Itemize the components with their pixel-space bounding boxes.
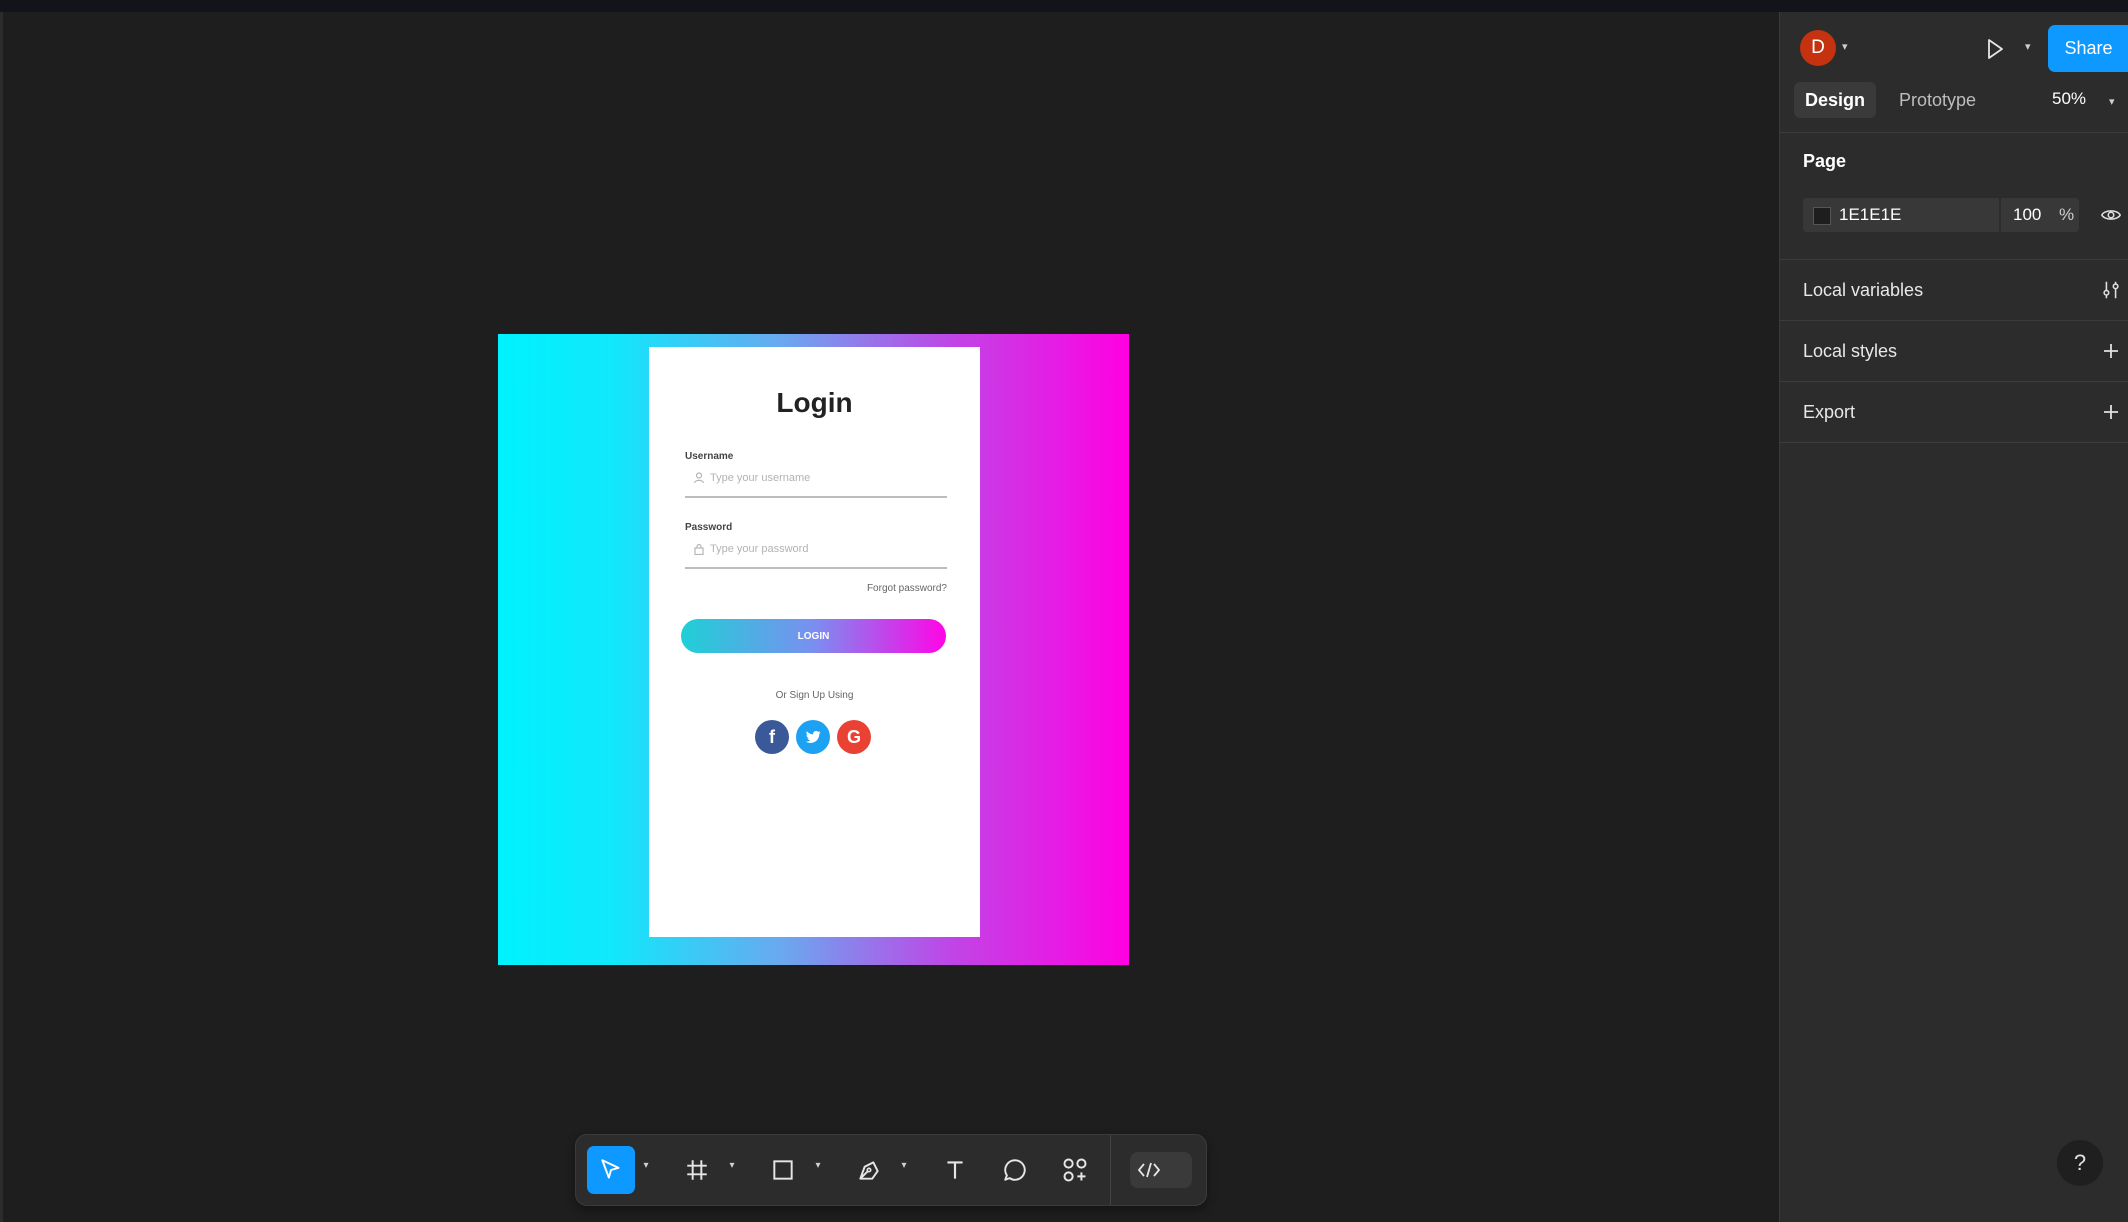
chevron-down-icon[interactable]: ▾ [2025,40,2031,53]
help-button[interactable]: ? [2057,1140,2103,1186]
code-icon [1134,1156,1164,1184]
rectangle-tool-button[interactable] [759,1146,807,1194]
chevron-down-icon[interactable]: ▾ [725,1159,739,1173]
login-button[interactable]: LOGIN [681,619,946,653]
google-icon[interactable]: G [837,720,871,754]
avatar[interactable]: D [1800,30,1836,66]
signup-text: Or Sign Up Using [775,690,854,701]
divider [1780,132,2128,133]
hash-frame-icon [687,1160,707,1180]
present-button[interactable] [1980,34,2010,64]
cursor-icon [601,1159,620,1179]
lock-icon [693,543,705,556]
twitter-icon[interactable] [796,720,830,754]
comment-tool-button[interactable] [991,1146,1039,1194]
forgot-password-link[interactable]: Forgot password? [867,583,947,594]
pen-tool-button[interactable] [845,1146,893,1194]
pen-icon [859,1161,879,1180]
plus-icon[interactable] [2099,400,2123,424]
user-icon [693,472,705,484]
frame-tool-button[interactable] [673,1146,721,1194]
tab-prototype[interactable]: Prototype [1888,82,1987,118]
page-section-title: Page [1803,151,1847,171]
text-tool-button[interactable] [931,1146,979,1194]
toolbar-divider [1110,1135,1111,1205]
share-button[interactable]: Share [2048,25,2128,72]
chevron-down-icon[interactable]: ▾ [2109,95,2115,108]
chevron-down-icon[interactable]: ▾ [639,1159,653,1173]
divider [1780,320,2128,321]
zoom-level[interactable]: 50% [2052,89,2086,109]
username-label: Username [685,451,734,462]
login-card: Login Username Password Forgot password?… [649,347,980,937]
variables-icon[interactable] [2099,278,2123,302]
local-variables-title[interactable]: Local variables [1803,280,1923,301]
login-title: Login [776,387,853,418]
page-color-field[interactable]: 1E1E1E 100 % [1803,198,2079,232]
bottom-toolbar: ▾ ▾ ▾ ▾ [575,1134,1207,1206]
password-label: Password [685,522,733,533]
divider [1780,259,2128,260]
rectangle-icon [773,1160,793,1180]
export-title[interactable]: Export [1803,402,1855,423]
dev-mode-toggle[interactable] [1130,1152,1192,1188]
password-field [685,537,947,569]
left-panel-edge [0,12,3,1222]
comment-icon [1004,1159,1026,1181]
artboard-frame[interactable]: Login Username Password Forgot password?… [498,334,1129,965]
move-tool-button[interactable] [587,1146,635,1194]
tab-design[interactable]: Design [1794,82,1877,118]
plus-icon[interactable] [2099,339,2123,363]
username-input[interactable] [710,468,940,488]
divider [1780,381,2128,382]
play-icon [1988,39,2003,59]
text-icon [947,1161,963,1179]
eye-icon[interactable] [2099,203,2123,227]
username-field [685,466,947,498]
top-bar [0,0,2128,12]
chevron-down-icon[interactable]: ▾ [897,1159,911,1173]
field-divider [1999,198,2001,232]
chevron-down-icon[interactable]: ▾ [811,1159,825,1173]
right-properties-panel: D ▾ ▾ Share Design Prototype 50% ▾ Page … [1779,12,2128,1222]
components-icon [1063,1158,1087,1182]
actions-tool-button[interactable] [1051,1146,1099,1194]
page-opacity[interactable]: 100 [2013,205,2041,225]
color-swatch[interactable] [1813,207,1831,225]
local-styles-title[interactable]: Local styles [1803,341,1897,362]
facebook-icon[interactable]: f [755,720,789,754]
opacity-unit: % [2059,205,2075,224]
divider [1780,442,2128,443]
page-color-hex[interactable]: 1E1E1E [1839,205,1901,225]
password-input[interactable] [710,539,940,559]
chevron-down-icon[interactable]: ▾ [1842,40,1848,53]
